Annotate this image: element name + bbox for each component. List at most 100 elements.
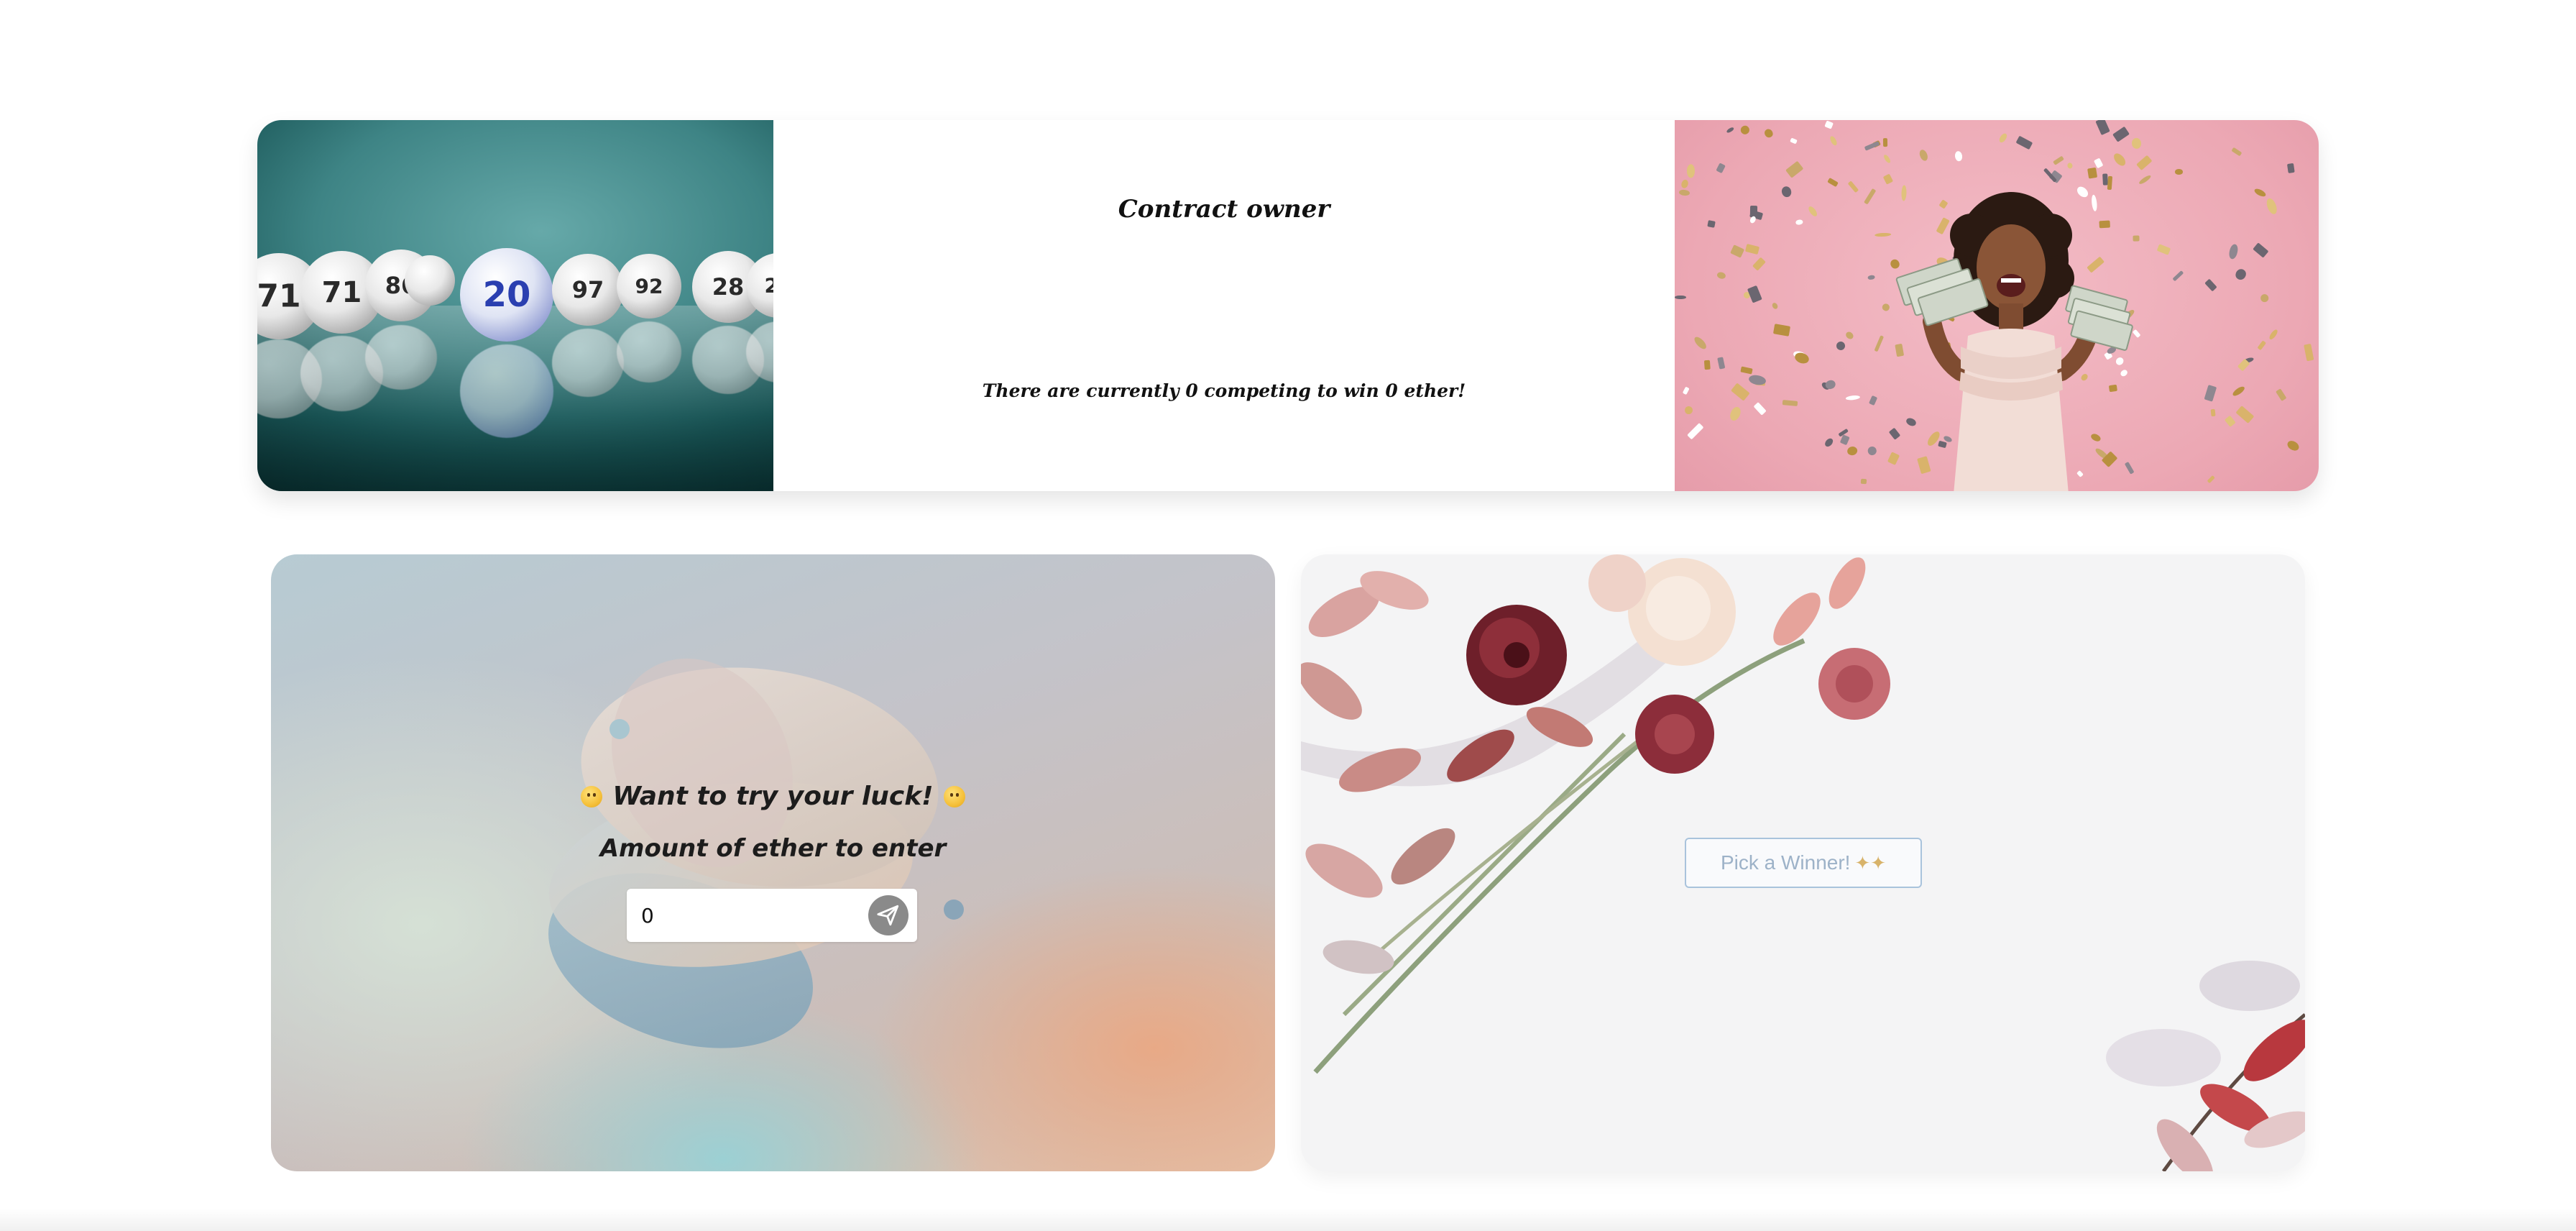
confetti-piece: [1997, 132, 2009, 144]
confetti-piece: [2095, 120, 2110, 135]
confetti-piece: [2231, 147, 2242, 157]
confetti-piece: [2066, 162, 2074, 170]
confetti-piece: [1836, 340, 1846, 351]
confetti-piece: [1684, 406, 1693, 415]
ball-number: 97: [571, 276, 604, 303]
lottery-balls-image: 71 71 86 20 97 92 28 28: [257, 120, 773, 491]
confetti-piece: [1744, 243, 1760, 255]
page-bottom-shadow: [0, 1208, 2576, 1231]
confetti-piece: [1678, 189, 1690, 197]
contract-info: Contract owner There are currently 0 com…: [773, 120, 1675, 491]
confetti-piece: [2227, 243, 2240, 260]
confetti-piece: [2204, 278, 2217, 292]
confetti-piece: [1747, 285, 1762, 303]
confetti-piece: [1824, 120, 1834, 129]
competing-status-text: There are currently 0 competing to win 0…: [982, 380, 1466, 401]
party-popper-icon: ✦✦: [1854, 851, 1887, 874]
confetti-piece: [1675, 295, 1686, 300]
confetti-piece: [1918, 148, 1930, 163]
confetti-piece: [1954, 150, 1964, 162]
confetti-piece: [1726, 126, 1735, 134]
confetti-piece: [1704, 360, 1711, 370]
confetti-piece: [2107, 176, 2112, 190]
confetti-piece: [1687, 422, 1704, 439]
confetti-piece: [2231, 385, 2246, 398]
pick-winner-button[interactable]: Pick a Winner! ✦✦: [1685, 838, 1922, 888]
confetti-piece: [2268, 328, 2279, 341]
confetti-piece: [1770, 301, 1779, 311]
pick-winner-label: Pick a Winner!: [1720, 851, 1851, 874]
confetti-piece: [2204, 384, 2217, 402]
confetti-piece: [1795, 219, 1804, 226]
ball-reflection: [460, 344, 553, 438]
contract-owner-title: Contract owner: [1118, 195, 1330, 224]
confetti-piece: [1686, 164, 1695, 178]
confetti-piece: [1683, 386, 1690, 395]
try-luck-text: Want to try your luck!: [612, 782, 934, 811]
confetti-piece: [1753, 401, 1767, 416]
confetti-piece: [2052, 155, 2065, 165]
confetti-piece: [2135, 155, 2153, 171]
try-luck-heading: Want to try your luck!: [271, 777, 1275, 816]
confetti-piece: [1827, 178, 1839, 188]
confetti-piece: [1740, 366, 1753, 375]
ball-reflection: [365, 325, 437, 390]
thinking-face-icon: [581, 786, 603, 807]
paper-plane-icon: [877, 905, 899, 926]
confetti-piece: [2287, 163, 2296, 174]
confetti-piece: [1772, 323, 1790, 337]
zipper-mouth-face-icon: [943, 786, 965, 807]
lottery-ball: 97: [552, 254, 624, 326]
confetti-piece: [1790, 137, 1798, 145]
pick-winner-card: Pick a Winner! ✦✦: [1301, 554, 2305, 1171]
lottery-ball: [405, 255, 455, 306]
ether-amount-input[interactable]: [641, 889, 850, 942]
ball-number: 28: [764, 273, 773, 298]
confetti-piece: [2174, 169, 2184, 175]
confetti-piece: [1882, 173, 1893, 185]
enter-lottery-card: Want to try your luck! Amount of ether t…: [271, 554, 1275, 1171]
lottery-page: 71 71 86 20 97 92 28 28: [0, 0, 2576, 1231]
ball-number: 20: [482, 275, 531, 315]
ball-number: 92: [635, 274, 663, 298]
lottery-ball: 92: [617, 254, 681, 319]
confetti-piece: [2015, 135, 2033, 150]
lottery-ball-highlighted: 20: [460, 248, 553, 342]
confetti-piece: [2112, 151, 2128, 168]
confetti-piece: [2260, 293, 2269, 303]
enter-submit-button[interactable]: [868, 895, 908, 935]
confetti-piece: [1793, 351, 1811, 365]
confetti-piece: [1692, 334, 1708, 352]
confetti-piece: [1731, 383, 1750, 401]
confetti-piece: [2210, 408, 2216, 417]
confetti-piece: [1782, 399, 1798, 406]
confetti-piece: [2264, 197, 2279, 216]
confetti-piece: [1847, 180, 1859, 193]
confetti-piece: [1785, 161, 1804, 179]
confetti-piece: [1727, 405, 1743, 423]
confetti-piece: [1780, 185, 1793, 198]
confetti-piece: [2253, 187, 2267, 198]
confetti-piece: [2207, 475, 2215, 484]
confetti-piece: [2224, 415, 2236, 427]
confetti-piece: [1752, 257, 1766, 271]
amount-label: Amount of ether to enter: [599, 834, 947, 863]
confetti-piece: [1706, 219, 1716, 229]
confetti-piece: [1717, 357, 1725, 370]
confetti-piece: [2256, 339, 2266, 350]
confetti-piece: [2233, 267, 2248, 282]
ether-amount-field: [627, 889, 917, 942]
confetti-piece: [2138, 174, 2152, 186]
confetti-piece: [1716, 163, 1726, 174]
confetti-piece: [2131, 137, 2142, 150]
confetti-piece: [1823, 436, 1835, 449]
ball-reflection: [552, 329, 624, 397]
woman-with-money-illustration: [1895, 192, 2133, 491]
confetti-piece: [2235, 406, 2255, 424]
confetti-piece: [2112, 126, 2130, 143]
enter-form: Want to try your luck! Amount of ether t…: [271, 777, 1275, 866]
celebrating-woman-image: [1675, 120, 2319, 491]
confetti-piece: [1739, 124, 1752, 137]
confetti-piece: [1763, 127, 1775, 139]
confetti-piece: [1828, 135, 1839, 147]
